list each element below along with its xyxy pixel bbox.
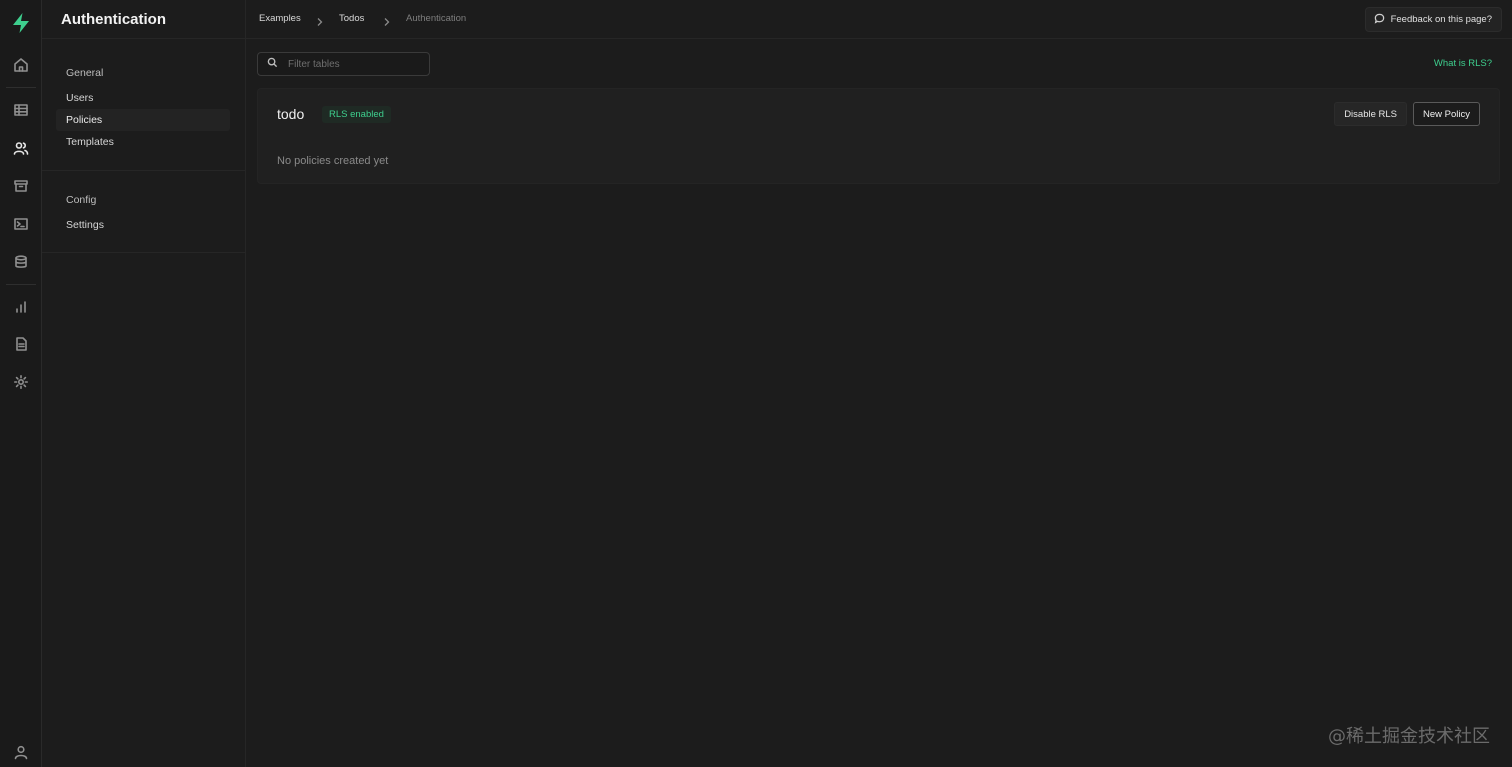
watermark: @稀土掘金技术社区: [1328, 726, 1490, 747]
storage-icon[interactable]: [11, 176, 31, 196]
rail-divider: [6, 87, 36, 88]
sidebar-title: Authentication: [61, 11, 166, 28]
sql-terminal-icon[interactable]: [11, 214, 31, 234]
docs-icon[interactable]: [11, 334, 31, 354]
feedback-button[interactable]: Feedback on this page?: [1364, 7, 1502, 32]
chevron-right-icon: [383, 14, 391, 26]
table-name: todo: [277, 106, 305, 122]
sidebar-item-policies[interactable]: Policies: [56, 109, 230, 131]
sidebar-divider: [42, 170, 246, 171]
breadcrumb-authentication: Authentication: [406, 13, 467, 24]
database-icon[interactable]: [11, 252, 31, 272]
reports-icon[interactable]: [11, 297, 31, 317]
sidebar-divider: [42, 252, 246, 253]
feedback-label: Feedback on this page?: [1390, 14, 1492, 25]
what-is-rls-link[interactable]: What is RLS?: [1434, 58, 1492, 69]
sidebar-item-templates[interactable]: Templates: [56, 131, 230, 153]
sidebar-title-divider: [42, 38, 246, 39]
chevron-right-icon: [316, 14, 324, 26]
top-bar: Examples Todos Authentication Feedback o…: [246, 0, 1512, 39]
breadcrumb-examples[interactable]: Examples: [259, 13, 301, 24]
supabase-logo-icon[interactable]: [10, 12, 32, 34]
sidebar-item-label: Templates: [66, 136, 114, 148]
sidebar-item-settings[interactable]: Settings: [56, 214, 230, 236]
sidebar-group-config: Config: [66, 194, 97, 206]
settings-icon[interactable]: [11, 372, 31, 392]
new-policy-button[interactable]: New Policy: [1413, 102, 1480, 126]
users-icon[interactable]: [11, 138, 31, 158]
search-icon: [267, 55, 278, 73]
search-input[interactable]: [288, 58, 418, 70]
table-editor-icon[interactable]: [11, 100, 31, 120]
chat-bubble-icon: [1374, 13, 1385, 27]
rls-status-badge: RLS enabled: [322, 106, 391, 123]
breadcrumb-todos[interactable]: Todos: [339, 13, 364, 24]
table-policies-card: todo RLS enabled Disable RLS New Policy …: [257, 88, 1500, 184]
sidebar-item-label: Policies: [66, 114, 103, 126]
sidebar-item-label: Users: [66, 92, 94, 104]
home-icon[interactable]: [11, 55, 31, 75]
disable-rls-button[interactable]: Disable RLS: [1334, 102, 1407, 126]
filter-tables-field[interactable]: [257, 52, 430, 76]
sidebar-item-users[interactable]: Users: [56, 87, 230, 109]
profile-icon[interactable]: [11, 742, 31, 762]
sidebar-item-label: Settings: [66, 219, 104, 231]
sidebar-group-general: General: [66, 67, 104, 79]
auth-sidebar: Authentication General Users Policies Te…: [42, 0, 246, 767]
icon-rail: [0, 0, 42, 767]
empty-policies-message: No policies created yet: [277, 155, 389, 167]
app-window: Authentication General Users Policies Te…: [0, 0, 1512, 767]
rail-divider: [6, 284, 36, 285]
